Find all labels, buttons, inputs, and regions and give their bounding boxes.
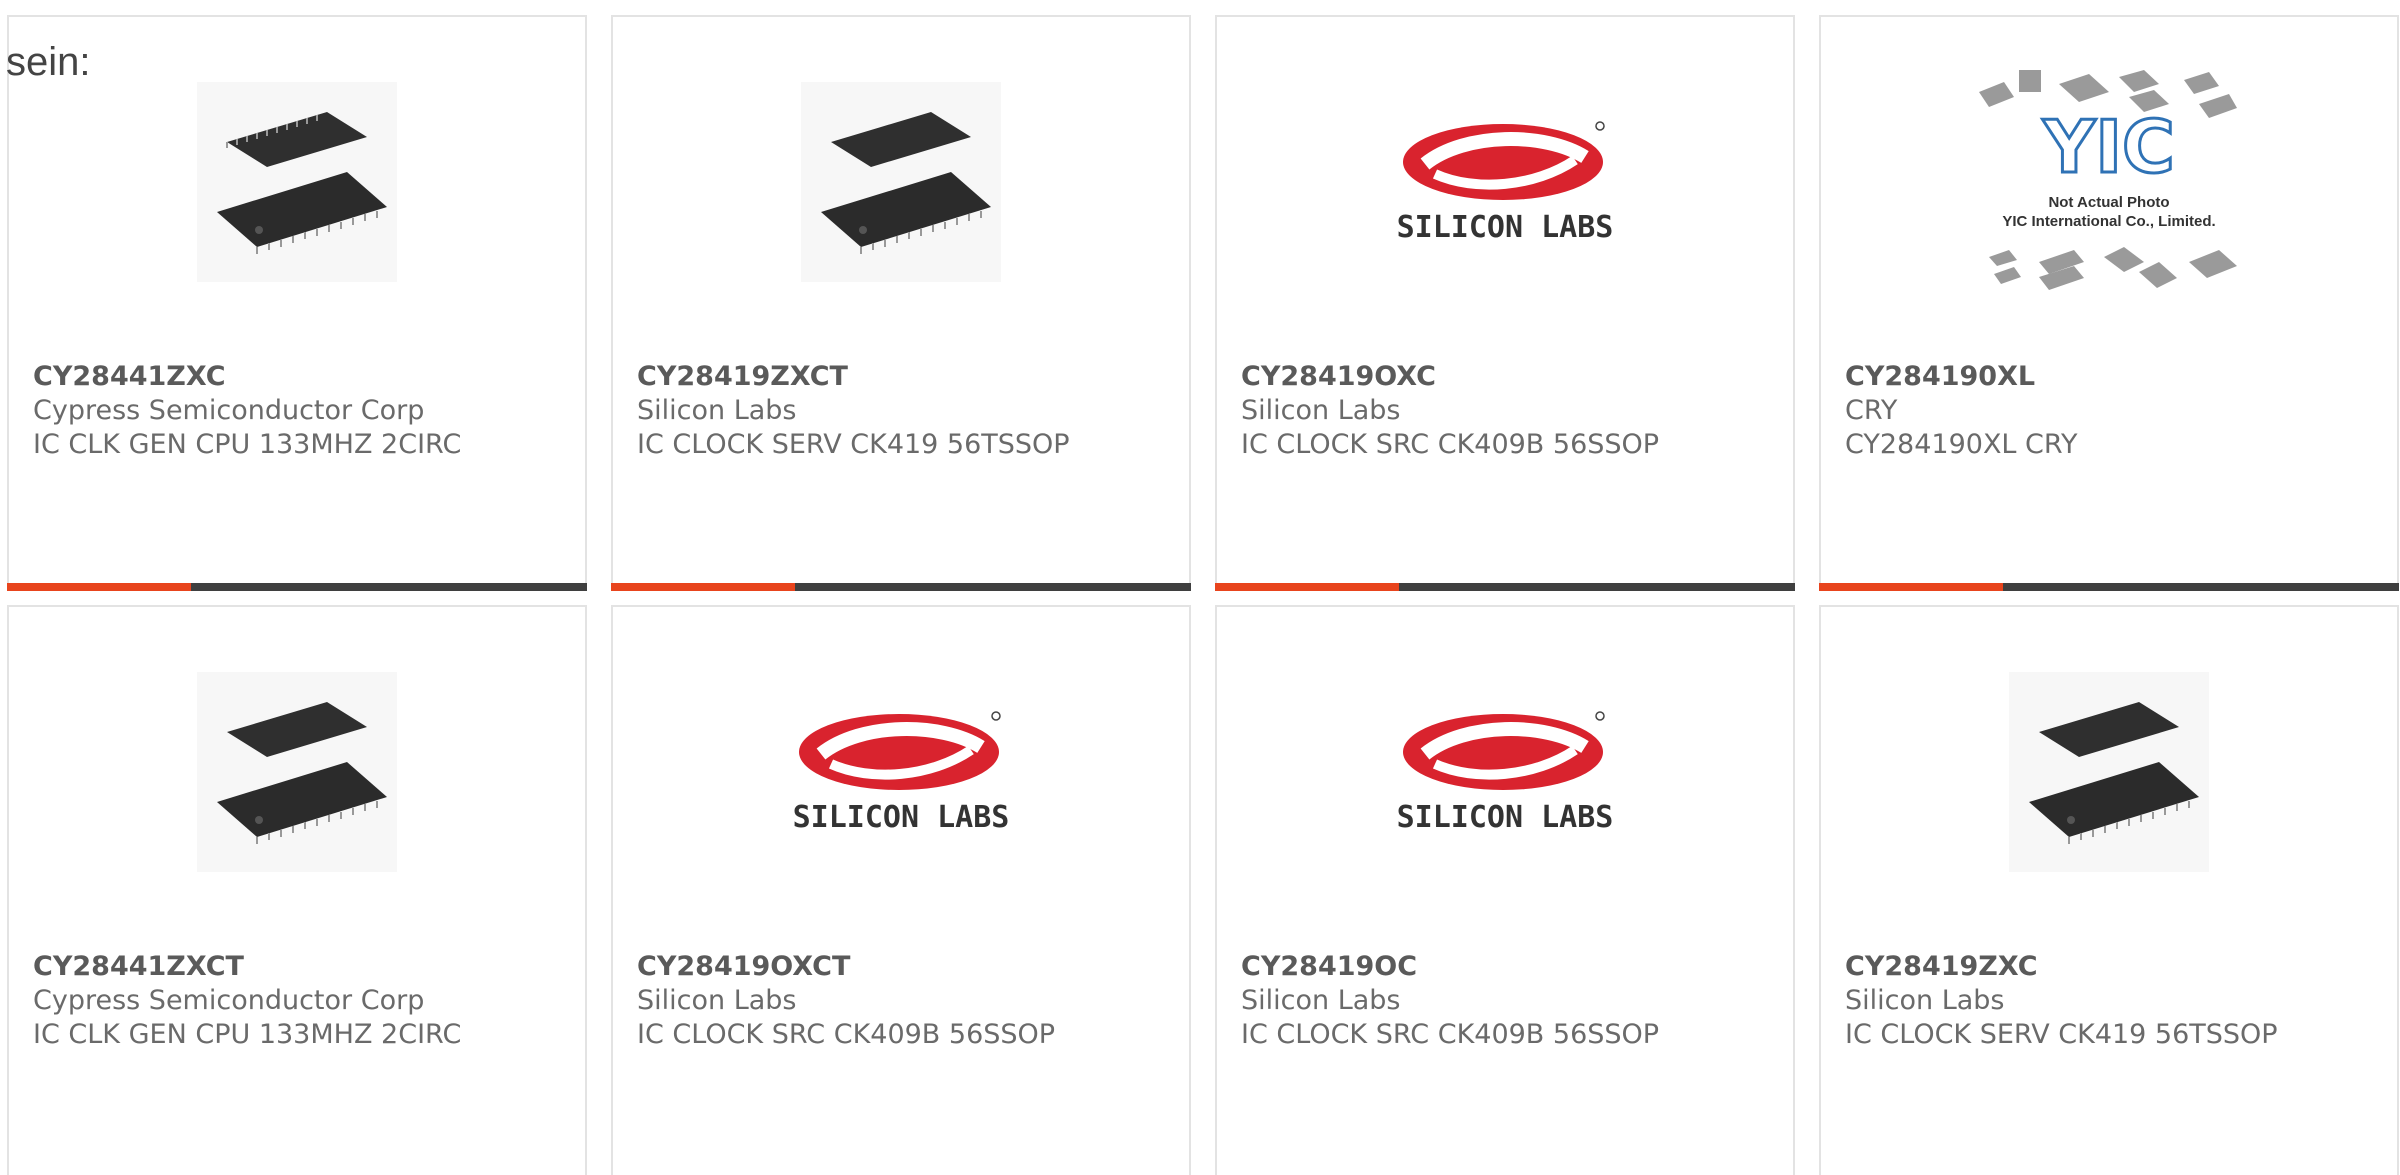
chip-package-icon <box>197 82 397 282</box>
part-number[interactable]: CY28419ZXCT <box>637 360 1169 394</box>
manufacturer: Silicon Labs <box>1241 985 1401 1016</box>
product-card[interactable]: SILICON LABS CY28419OXC Silicon Labs IC … <box>1215 15 1795 591</box>
product-card[interactable]: SILICON LABS CY28419OC Silicon Labs IC C… <box>1215 605 1795 1175</box>
svg-text:YIC International Co., Limited: YIC International Co., Limited. <box>2002 213 2215 230</box>
card-accent-bar <box>611 583 1191 591</box>
product-image[interactable] <box>9 657 585 887</box>
silicon-labs-logo-icon: SILICON LABS <box>1397 121 1614 245</box>
part-number[interactable]: CY28441ZXCT <box>33 950 565 984</box>
description: IC CLK GEN CPU 133MHZ 2CIRC <box>33 1019 462 1050</box>
product-card[interactable]: CY28419ZXCT Silicon Labs IC CLOCK SERV C… <box>611 15 1191 591</box>
product-image[interactable]: SILICON LABS <box>1217 67 1793 297</box>
product-card[interactable]: CY28441ZXCT Cypress Semiconductor Corp I… <box>7 605 587 1175</box>
product-card[interactable]: CY28419ZXC Silicon Labs IC CLOCK SERV CK… <box>1819 605 2399 1175</box>
product-image[interactable]: YIC Not Actual Photo YIC International C… <box>1821 67 2397 297</box>
manufacturer: Cypress Semiconductor Corp <box>33 985 425 1016</box>
silicon-labs-logo-icon: SILICON LABS <box>793 711 1010 835</box>
description: IC CLOCK SERV CK419 56TSSOP <box>1845 1019 2278 1050</box>
product-card[interactable]: CY28441ZXC Cypress Semiconductor Corp IC… <box>7 15 587 591</box>
logo-text: SILICON LABS <box>793 800 1010 835</box>
manufacturer: Silicon Labs <box>1845 985 2005 1016</box>
svg-text:YIC: YIC <box>2042 105 2175 189</box>
product-image[interactable] <box>9 67 585 297</box>
product-card[interactable]: YIC Not Actual Photo YIC International C… <box>1819 15 2399 591</box>
yic-placeholder-icon: YIC Not Actual Photo YIC International C… <box>1979 70 2237 290</box>
description: CY284190XL CRY <box>1845 429 2078 460</box>
card-accent-bar <box>1215 583 1795 591</box>
card-accent-bar <box>1819 583 2399 591</box>
description: IC CLK GEN CPU 133MHZ 2CIRC <box>33 429 462 460</box>
chip-package-icon <box>2009 672 2209 872</box>
card-accent-bar <box>7 583 587 591</box>
manufacturer: Silicon Labs <box>637 985 797 1016</box>
chip-package-icon <box>801 82 1001 282</box>
description: IC CLOCK SRC CK409B 56SSOP <box>1241 1019 1660 1050</box>
product-image[interactable] <box>1821 657 2397 887</box>
logo-text: SILICON LABS <box>1397 210 1614 245</box>
product-card[interactable]: SILICON LABS CY28419OXCT Silicon Labs IC… <box>611 605 1191 1175</box>
chip-package-icon <box>197 672 397 872</box>
part-number[interactable]: CY28419OC <box>1241 950 1773 984</box>
part-number[interactable]: CY28419OXC <box>1241 360 1773 394</box>
description: IC CLOCK SRC CK409B 56SSOP <box>637 1019 1056 1050</box>
part-number[interactable]: CY28419ZXC <box>1845 950 2377 984</box>
intro-text: sein: <box>6 40 91 84</box>
logo-text: SILICON LABS <box>1397 800 1614 835</box>
description: IC CLOCK SRC CK409B 56SSOP <box>1241 429 1660 460</box>
part-number[interactable]: CY284190XL <box>1845 360 2377 394</box>
description: IC CLOCK SERV CK419 56TSSOP <box>637 429 1070 460</box>
manufacturer: Silicon Labs <box>637 395 797 426</box>
manufacturer: Cypress Semiconductor Corp <box>33 395 425 426</box>
product-image[interactable] <box>613 67 1189 297</box>
part-number[interactable]: CY28441ZXC <box>33 360 565 394</box>
product-image[interactable]: SILICON LABS <box>613 657 1189 887</box>
manufacturer: Silicon Labs <box>1241 395 1401 426</box>
manufacturer: CRY <box>1845 395 1898 426</box>
silicon-labs-logo-icon: SILICON LABS <box>1397 711 1614 835</box>
part-number[interactable]: CY28419OXCT <box>637 950 1169 984</box>
svg-text:Not Actual Photo: Not Actual Photo <box>2048 194 2169 211</box>
product-image[interactable]: SILICON LABS <box>1217 657 1793 887</box>
